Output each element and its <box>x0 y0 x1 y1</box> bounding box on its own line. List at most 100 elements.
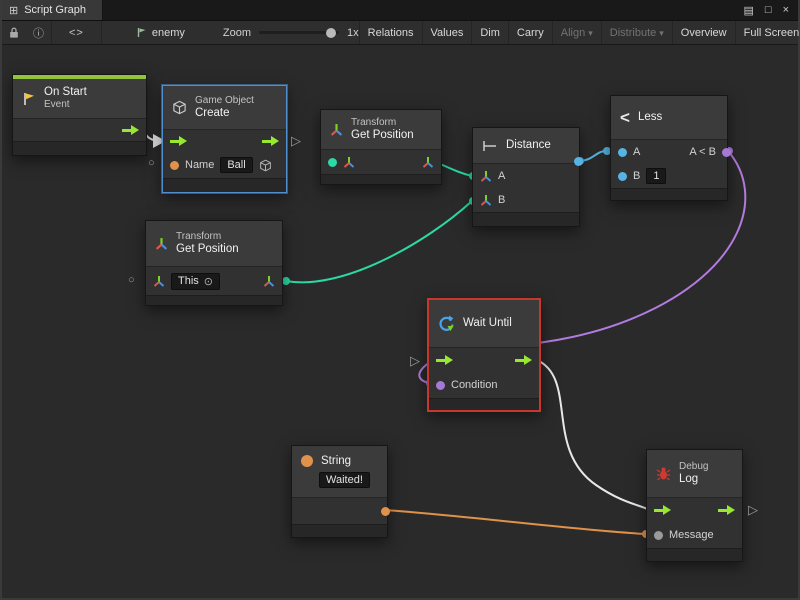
node-create-game-object[interactable]: Game Object Create Name Ball <box>162 85 287 193</box>
wire-distance-to-less-a[interactable] <box>580 151 606 161</box>
graph-name: enemy <box>152 27 185 39</box>
transform-axes-icon <box>343 156 355 168</box>
tab-title: Script Graph <box>24 4 86 16</box>
flow-triangle-icon: ▷ <box>410 354 420 367</box>
cube-icon <box>172 100 187 115</box>
wire-endpoint <box>282 277 290 285</box>
wait-clock-icon <box>438 315 455 332</box>
lock-icon[interactable] <box>2 27 26 39</box>
message-input-port[interactable] <box>654 531 663 540</box>
script-graph-icon: ⊞ <box>9 4 18 17</box>
vector-input-port-b[interactable] <box>480 194 492 206</box>
node-title: Get Position <box>176 243 239 257</box>
node-string-literal[interactable]: String Waited! <box>291 445 388 538</box>
flow-in-port[interactable] <box>436 355 453 365</box>
node-footer <box>292 524 387 537</box>
node-footer <box>473 212 579 226</box>
node-on-start[interactable]: On Start Event <box>12 74 147 156</box>
node-distance[interactable]: Distance A B <box>472 127 580 227</box>
node-debug-log[interactable]: Debug Log Message <box>646 449 743 562</box>
graph-toolbar: ⓘ <> enemy Zoom 1x Relations Values Dim … <box>2 21 798 45</box>
condition-input-port[interactable] <box>436 381 445 390</box>
port-b-label: B <box>633 170 640 182</box>
edit-source-button[interactable]: <> <box>51 21 102 44</box>
string-output-port[interactable] <box>381 507 390 516</box>
flow-out-port[interactable] <box>122 125 139 135</box>
transform-input-port[interactable] <box>328 158 337 167</box>
unconnected-port-circle[interactable]: ○ <box>128 275 135 286</box>
align-label: Align <box>561 27 585 39</box>
wire-waituntil-to-debuglog[interactable] <box>537 360 647 509</box>
graph-canvas[interactable]: On Start Event Game Object Create <box>2 45 798 598</box>
tab-script-graph[interactable]: ⊞ Script Graph <box>2 0 103 20</box>
info-icon[interactable]: ⓘ <box>26 25 51 41</box>
node-title: Less <box>638 111 662 125</box>
this-value: This <box>178 275 199 287</box>
flow-triangle-icon: ▷ <box>291 134 301 147</box>
graph-breadcrumb[interactable]: enemy <box>136 27 185 39</box>
align-dropdown[interactable]: Align ▾ <box>552 21 601 44</box>
node-footer <box>321 174 441 184</box>
string-value-field[interactable]: Waited! <box>319 472 370 488</box>
bug-icon <box>656 466 671 481</box>
node-footer <box>13 141 146 155</box>
flow-triangle-icon: ▷ <box>748 503 758 516</box>
port-a-label: A <box>498 170 505 182</box>
transform-input-port[interactable] <box>153 275 165 287</box>
string-type-icon <box>301 455 313 467</box>
node-title: String <box>321 455 351 469</box>
node-title: Log <box>679 473 708 487</box>
zoom-slider-knob[interactable] <box>326 28 336 38</box>
node-footer <box>611 188 727 200</box>
condition-label: Condition <box>451 379 497 391</box>
flow-out-port[interactable] <box>515 355 532 365</box>
flow-in-port[interactable] <box>170 136 187 146</box>
node-less[interactable]: < Less A A < B B 1 <box>610 95 728 201</box>
flag-icon <box>22 92 36 106</box>
position-output-port[interactable] <box>422 156 434 168</box>
b-value-field[interactable]: 1 <box>646 168 666 184</box>
distribute-dropdown[interactable]: Distribute ▾ <box>601 21 672 44</box>
title-bar: ⊞ Script Graph ▤ □ × <box>2 0 798 21</box>
relations-button[interactable]: Relations <box>359 21 422 44</box>
name-field[interactable]: Ball <box>220 157 252 173</box>
node-get-position-1[interactable]: Transform Get Position <box>320 109 442 185</box>
position-output-port[interactable] <box>263 275 275 287</box>
flow-out-port[interactable] <box>718 505 735 515</box>
node-get-position-2[interactable]: Transform Get Position This ⊙ <box>145 220 283 306</box>
less-input-port-b[interactable] <box>618 172 627 181</box>
zoom-slider[interactable] <box>259 28 339 38</box>
less-than-icon: < <box>620 108 630 128</box>
node-category: Debug <box>679 461 708 473</box>
carry-button[interactable]: Carry <box>508 21 552 44</box>
overview-button[interactable]: Overview <box>672 21 735 44</box>
window-controls: ▤ □ × <box>744 0 799 20</box>
values-button[interactable]: Values <box>422 21 472 44</box>
unconnected-port-circle[interactable]: ○ <box>148 158 155 169</box>
less-output-port[interactable] <box>722 148 731 157</box>
wire-getposition2-to-distance-b[interactable] <box>286 201 472 282</box>
panel-menu-icon[interactable]: ▤ <box>744 4 754 17</box>
wire-string-to-debuglog-message[interactable] <box>384 510 645 534</box>
cube-icon <box>259 159 272 172</box>
node-footer <box>163 178 286 192</box>
full-screen-button[interactable]: Full Screen <box>735 21 800 44</box>
distance-output-port[interactable] <box>574 157 583 166</box>
zoom-value: 1x <box>347 27 359 39</box>
object-picker-icon[interactable]: ⊙ <box>204 275 213 288</box>
vector-input-port-a[interactable] <box>480 170 492 182</box>
less-input-port-a[interactable] <box>618 148 627 157</box>
flow-out-port[interactable] <box>262 136 279 146</box>
node-wait-until[interactable]: Wait Until Condition <box>427 298 541 412</box>
close-icon[interactable]: × <box>783 4 789 16</box>
dim-button[interactable]: Dim <box>471 21 508 44</box>
zoom-cluster: Zoom 1x <box>223 27 359 39</box>
transform-axes-icon <box>155 237 168 250</box>
wire-getposition1-to-distance-a[interactable] <box>438 163 472 176</box>
name-input-port[interactable] <box>170 161 179 170</box>
maximize-icon[interactable]: □ <box>765 4 772 16</box>
node-category: Game Object <box>195 95 254 107</box>
flow-in-port[interactable] <box>654 505 671 515</box>
this-target-field[interactable]: This ⊙ <box>171 273 220 290</box>
distance-ruler-icon <box>482 140 498 152</box>
